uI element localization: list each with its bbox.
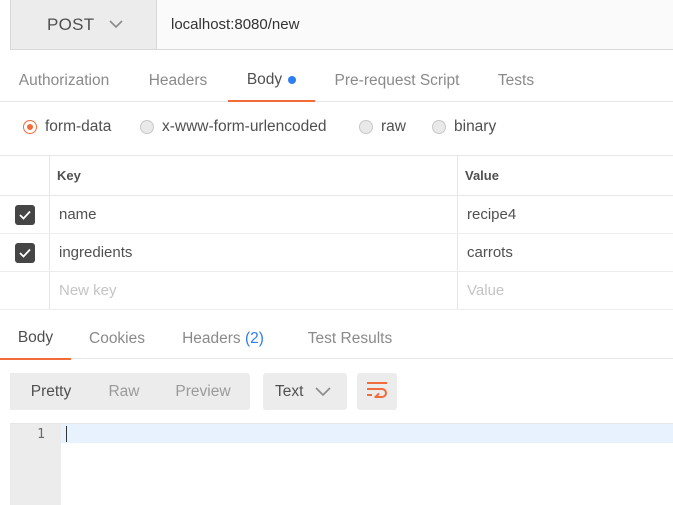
radio-unselected-icon	[140, 120, 154, 134]
radio-x-www-form-urlencoded[interactable]: x-www-form-urlencoded	[140, 118, 327, 136]
tab-label: Cookies	[89, 330, 145, 347]
tab-headers[interactable]: Headers	[140, 60, 216, 102]
view-raw-button[interactable]: Raw	[92, 373, 156, 410]
chevron-down-icon	[108, 18, 123, 32]
tab-response-body[interactable]: Body	[0, 318, 71, 360]
response-tabs: Body Cookies Headers (2) Test Results	[0, 318, 673, 360]
method-select[interactable]: POST	[11, 0, 157, 49]
new-value-input[interactable]: Value	[458, 272, 673, 309]
view-mode-group: Pretty Raw Preview	[10, 373, 250, 410]
tab-label: Pre-request Script	[334, 72, 460, 89]
response-toolbar: Pretty Raw Preview Text	[10, 373, 397, 410]
row-check-cell	[0, 272, 50, 309]
url-bar: POST localhost:8080/new	[10, 0, 673, 50]
line-number: 1	[37, 426, 45, 442]
body-type-options: form-data x-www-form-urlencoded raw bina…	[0, 102, 673, 156]
modified-dot-icon	[288, 76, 297, 84]
wrap-lines-button[interactable]	[357, 373, 397, 410]
view-pretty-button[interactable]: Pretty	[10, 373, 92, 410]
row-check-cell	[0, 234, 50, 271]
params-table: Key Value name recipe4 ingredients carro…	[0, 156, 673, 310]
chevron-down-icon	[315, 385, 332, 399]
tab-test-results[interactable]: Test Results	[298, 318, 402, 360]
radio-label: x-www-form-urlencoded	[162, 118, 327, 135]
radio-binary[interactable]: binary	[432, 118, 496, 136]
tab-label: Body	[246, 71, 283, 88]
tab-body[interactable]: Body	[228, 60, 315, 102]
checkbox-checked-icon[interactable]	[14, 242, 35, 263]
radio-form-data[interactable]: form-data	[23, 118, 111, 136]
table-header: Key Value	[0, 156, 673, 196]
radio-label: form-data	[45, 118, 112, 135]
key-cell[interactable]: name	[50, 196, 458, 233]
response-editor[interactable]: 1	[10, 423, 673, 505]
tab-pre-request-script[interactable]: Pre-request Script	[326, 60, 468, 102]
text-cursor	[66, 426, 67, 442]
url-text: localhost:8080/new	[171, 16, 300, 33]
value-cell[interactable]: recipe4	[458, 196, 673, 233]
header-value: Value	[465, 168, 499, 183]
tab-tests[interactable]: Tests	[488, 60, 544, 102]
radio-label: raw	[381, 118, 406, 135]
value-cell[interactable]: carrots	[458, 234, 673, 271]
tab-label: Headers	[148, 72, 208, 89]
tab-label: Headers	[182, 330, 241, 347]
radio-raw[interactable]: raw	[359, 118, 406, 136]
method-label: POST	[47, 14, 95, 34]
header-key: Key	[50, 156, 458, 195]
wrap-lines-icon	[366, 380, 388, 403]
active-line-highlight	[61, 424, 673, 443]
checkbox-checked-icon[interactable]	[14, 204, 35, 225]
request-tabs: Authorization Headers Body Pre-request S…	[0, 60, 673, 102]
header-count-badge: (2)	[244, 330, 264, 347]
table-row: name recipe4	[0, 196, 673, 234]
radio-unselected-icon	[359, 120, 373, 134]
tab-authorization[interactable]: Authorization	[8, 60, 120, 102]
format-select[interactable]: Text	[263, 373, 347, 410]
radio-selected-icon	[23, 120, 37, 134]
tab-label: Test Results	[307, 330, 393, 347]
view-preview-button[interactable]: Preview	[156, 373, 250, 410]
tab-label: Tests	[497, 72, 535, 89]
line-number-gutter: 1	[10, 424, 61, 505]
new-key-input[interactable]: New key	[50, 272, 458, 309]
key-cell[interactable]: ingredients	[50, 234, 458, 271]
tab-response-headers[interactable]: Headers (2)	[174, 318, 272, 360]
radio-unselected-icon	[432, 120, 446, 134]
table-row: ingredients carrots	[0, 234, 673, 272]
url-input[interactable]: localhost:8080/new	[157, 0, 673, 49]
header-check-cell	[0, 156, 50, 195]
tab-label: Authorization	[18, 72, 110, 89]
tab-label: Body	[17, 329, 54, 346]
format-label: Text	[275, 382, 304, 400]
radio-label: binary	[454, 118, 497, 135]
row-check-cell	[0, 196, 50, 233]
table-row-new: New key Value	[0, 272, 673, 310]
tab-cookies[interactable]: Cookies	[80, 318, 154, 360]
